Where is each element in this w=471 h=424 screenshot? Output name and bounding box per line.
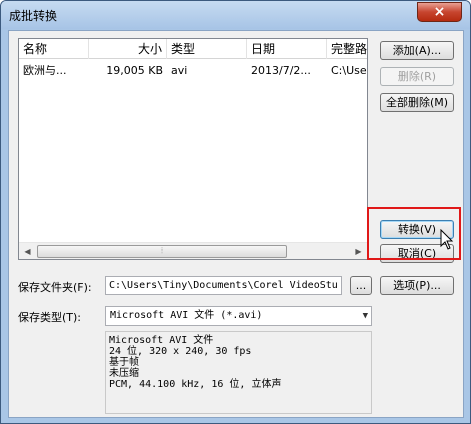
- info-line: 未压缩: [109, 368, 139, 379]
- save-type-label: 保存类型(T):: [18, 311, 82, 324]
- save-folder-label: 保存文件夹(F):: [18, 281, 92, 294]
- save-type-value: Microsoft AVI 文件 (*.avi): [110, 310, 263, 321]
- info-line: Microsoft AVI 文件: [109, 335, 214, 346]
- list-header: 名称 大小 类型 日期 完整路径: [19, 39, 367, 59]
- save-folder-input[interactable]: C:\Users\Tiny\Documents\Corel VideoStu: [105, 276, 342, 295]
- delete-all-button[interactable]: 全部删除(M): [380, 93, 454, 112]
- info-line: 基于帧: [109, 357, 139, 368]
- scroll-right-icon[interactable]: ▶: [350, 243, 367, 259]
- dialog-client-area: 名称 大小 类型 日期 完整路径 欧洲与... 19,005 KB avi 20…: [8, 30, 464, 418]
- info-line: 24 位, 320 x 240, 30 fps: [109, 346, 252, 357]
- format-info-box: Microsoft AVI 文件 24 位, 320 x 240, 30 fps…: [105, 331, 372, 414]
- delete-button[interactable]: 删除(R): [380, 67, 454, 86]
- column-header-date[interactable]: 日期: [247, 39, 327, 59]
- column-header-path[interactable]: 完整路径: [327, 39, 367, 59]
- options-button[interactable]: 选项(P)...: [380, 276, 454, 295]
- window-title: 成批转换: [9, 9, 58, 23]
- cell-type: avi: [171, 64, 188, 77]
- info-line: PCM, 44.100 kHz, 16 位, 立体声: [109, 379, 282, 390]
- cell-name: 欧洲与...: [23, 64, 67, 77]
- chevron-down-icon[interactable]: ▼: [363, 307, 368, 325]
- column-header-type[interactable]: 类型: [167, 39, 247, 59]
- cell-date: 2013/7/2...: [251, 64, 311, 77]
- horizontal-scrollbar[interactable]: ◀ ⦙ ▶: [19, 242, 367, 259]
- browse-button[interactable]: ...: [350, 276, 372, 295]
- mouse-cursor-icon: [440, 229, 454, 250]
- column-header-size[interactable]: 大小: [89, 39, 167, 59]
- scroll-left-icon[interactable]: ◀: [19, 243, 36, 259]
- scroll-thumb[interactable]: ⦙: [37, 245, 287, 258]
- save-type-select[interactable]: Microsoft AVI 文件 (*.avi) ▼: [105, 306, 372, 326]
- title-bar[interactable]: 成批转换 ×: [1, 1, 470, 29]
- cell-path: C:\User: [331, 64, 368, 77]
- add-button[interactable]: 添加(A)...: [380, 41, 454, 60]
- scroll-grip-icon: ⦙: [161, 246, 163, 255]
- close-button[interactable]: ×: [417, 2, 462, 22]
- column-header-name[interactable]: 名称: [19, 39, 89, 59]
- cell-size: 19,005 KB: [106, 64, 163, 77]
- file-list[interactable]: 名称 大小 类型 日期 完整路径 欧洲与... 19,005 KB avi 20…: [18, 38, 368, 260]
- batch-convert-window: 成批转换 × 名称 大小 类型 日期 完整路径 欧洲与... 19,005 KB…: [0, 0, 471, 424]
